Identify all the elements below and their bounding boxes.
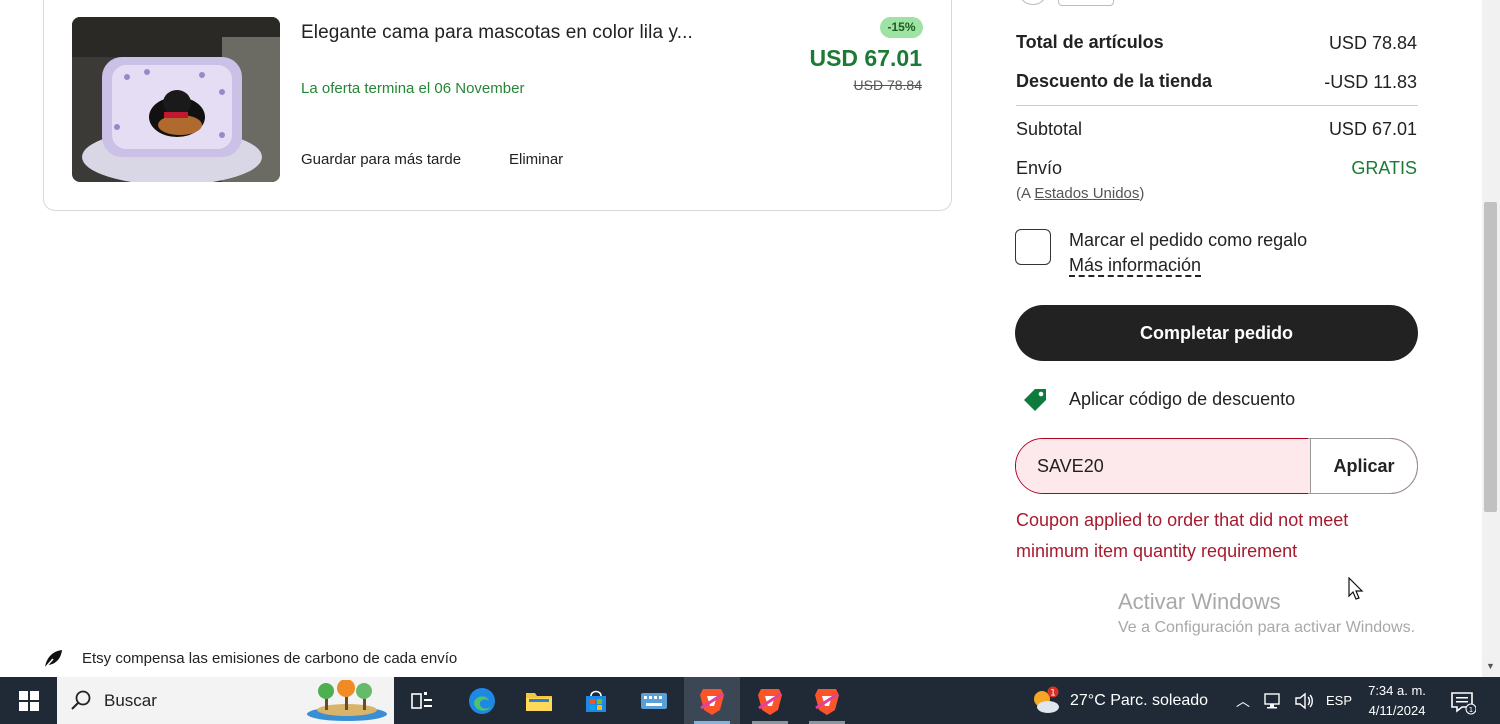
search-icon bbox=[71, 690, 91, 710]
gift-label[interactable]: Marcar el pedido como regalo bbox=[1069, 230, 1307, 251]
network-icon[interactable] bbox=[1262, 692, 1282, 710]
shipping-value: GRATIS bbox=[1351, 158, 1417, 178]
subtotal-value: USD 67.01 bbox=[1328, 119, 1417, 139]
original-price: USD 78.84 bbox=[853, 77, 922, 93]
remove-item-button[interactable]: Eliminar bbox=[509, 151, 563, 168]
shipping-country-link[interactable]: Estados Unidos bbox=[1034, 185, 1139, 202]
clock-date: 4/11/2024 bbox=[1368, 703, 1426, 718]
windows-logo-icon bbox=[18, 690, 39, 711]
save-for-later-button[interactable]: Guardar para más tarde bbox=[301, 151, 461, 168]
search-placeholder: Buscar bbox=[104, 691, 157, 710]
windows-activation-title: Activar Windows bbox=[1118, 589, 1281, 614]
task-view-icon[interactable] bbox=[394, 677, 450, 724]
volume-icon[interactable] bbox=[1294, 692, 1314, 710]
sale-price: USD 67.01 bbox=[809, 45, 922, 71]
complete-order-button[interactable]: Completar pedido bbox=[1015, 305, 1418, 361]
apply-coupon-label: Aplicar código de descuento bbox=[1069, 389, 1296, 409]
shipping-label: Envío bbox=[1016, 158, 1063, 178]
brave-browser-icon-2[interactable] bbox=[742, 677, 798, 724]
scrollbar-thumb[interactable] bbox=[1484, 202, 1497, 512]
file-explorer-icon[interactable] bbox=[511, 677, 567, 724]
gift-checkbox[interactable] bbox=[1015, 229, 1051, 265]
clock-time: 7:34 a. m. bbox=[1368, 683, 1426, 698]
weather-badge: 1 bbox=[1050, 688, 1056, 698]
weather-text: 27°C Parc. soleado bbox=[1070, 691, 1209, 709]
start-button[interactable] bbox=[0, 677, 57, 724]
chevron-up-icon[interactable]: ︿ bbox=[1236, 691, 1250, 711]
mouse-cursor-icon bbox=[1348, 576, 1364, 601]
brave-browser-icon-3[interactable] bbox=[799, 677, 855, 724]
product-title[interactable]: Elegante cama para mascotas en color lil… bbox=[301, 22, 693, 44]
items-total-value: USD 78.84 bbox=[1328, 33, 1417, 53]
keyboard-app-icon[interactable] bbox=[626, 677, 682, 724]
coupon-error-message: Coupon applied to order that did not mee… bbox=[1016, 510, 1349, 561]
windows-activation-subtitle: Ve a Configuración para activar Windows. bbox=[1118, 619, 1416, 636]
coupon-apply-button[interactable]: Aplicar bbox=[1310, 439, 1417, 493]
quantity-field[interactable] bbox=[1058, 0, 1114, 6]
leaf-icon bbox=[42, 648, 64, 670]
coupon-input[interactable] bbox=[1016, 439, 1310, 493]
store-icon[interactable] bbox=[568, 677, 624, 724]
product-image[interactable] bbox=[72, 17, 280, 182]
apply-coupon-toggle[interactable]: Aplicar código de descuento bbox=[1020, 385, 1295, 415]
language-indicator[interactable]: ESP bbox=[1326, 693, 1352, 708]
tag-icon bbox=[1020, 385, 1050, 415]
ship-suffix: ) bbox=[1139, 185, 1145, 202]
summary-divider bbox=[1016, 105, 1418, 106]
brave-browser-icon-active[interactable] bbox=[684, 677, 740, 724]
taskbar-search[interactable]: Buscar bbox=[57, 677, 394, 724]
ship-prefix: (A bbox=[1016, 185, 1035, 202]
svg-text:1: 1 bbox=[1469, 706, 1473, 714]
search-highlight-icon bbox=[307, 680, 387, 721]
weather-widget[interactable]: 1 27°C Parc. soleado bbox=[1030, 677, 1208, 724]
shop-discount-value: -USD 11.83 bbox=[1324, 72, 1417, 92]
edge-browser-icon[interactable] bbox=[454, 677, 510, 724]
checkout-page: Elegante cama para mascotas en color lil… bbox=[0, 0, 1500, 677]
weather-sun-cloud-icon: 1 bbox=[1030, 686, 1062, 716]
items-total-label: Total de artículos bbox=[1016, 32, 1164, 52]
shipping-destination: (A Estados Unidos) bbox=[1016, 185, 1144, 202]
subtotal-label: Subtotal bbox=[1016, 119, 1083, 139]
system-clock[interactable]: 7:34 a. m. 4/11/2024 bbox=[1362, 681, 1432, 721]
carbon-note-text: Etsy compensa las emisiones de carbono d… bbox=[82, 650, 458, 667]
pet-bed-photo bbox=[72, 17, 280, 182]
shop-discount-label: Descuento de la tienda bbox=[1016, 71, 1213, 91]
notifications-icon[interactable]: 1 bbox=[1448, 687, 1477, 715]
carbon-offset-note: Etsy compensa las emisiones de carbono d… bbox=[42, 648, 457, 670]
windows-taskbar: Buscar 1 27°C Parc. soleado ︿ ESP 7:34 a… bbox=[0, 677, 1500, 724]
discount-badge: -15% bbox=[880, 17, 923, 38]
coupon-form: Aplicar bbox=[1015, 438, 1418, 494]
offer-end-text: La oferta termina el 06 November bbox=[301, 80, 525, 97]
more-info-link[interactable]: Más información bbox=[1069, 255, 1202, 277]
system-tray: ︿ ESP bbox=[1236, 677, 1352, 724]
scroll-down-arrow-icon[interactable]: ▼ bbox=[1484, 660, 1497, 672]
quantity-radio[interactable] bbox=[1018, 0, 1048, 5]
